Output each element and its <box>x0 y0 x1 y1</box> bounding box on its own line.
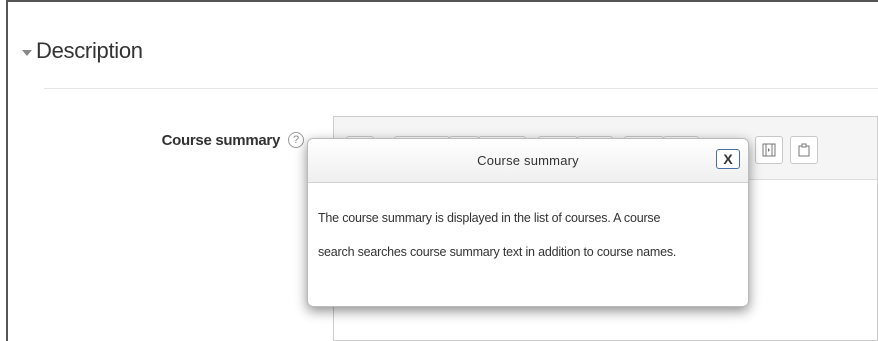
section-divider <box>44 88 878 89</box>
course-summary-label: Course summary <box>161 132 281 149</box>
section-title: Description <box>36 38 143 63</box>
popup-body-line: search searches course summary text in a… <box>318 245 677 259</box>
popup-body-line: The course summary is displayed in the l… <box>318 211 661 225</box>
popup-header: Course summary X <box>308 139 748 183</box>
collapse-caret-icon[interactable] <box>22 50 32 56</box>
popup-title: Course summary <box>477 153 579 168</box>
manage-files-icon[interactable] <box>790 136 818 164</box>
media-icon[interactable] <box>755 136 783 164</box>
popup-body: The course summary is displayed in the l… <box>308 183 748 269</box>
close-button[interactable]: X <box>716 149 740 169</box>
section-header[interactable]: Description <box>22 38 143 64</box>
help-popup: Course summary X The course summary is d… <box>307 138 749 307</box>
help-icon[interactable]: ? <box>288 132 304 148</box>
